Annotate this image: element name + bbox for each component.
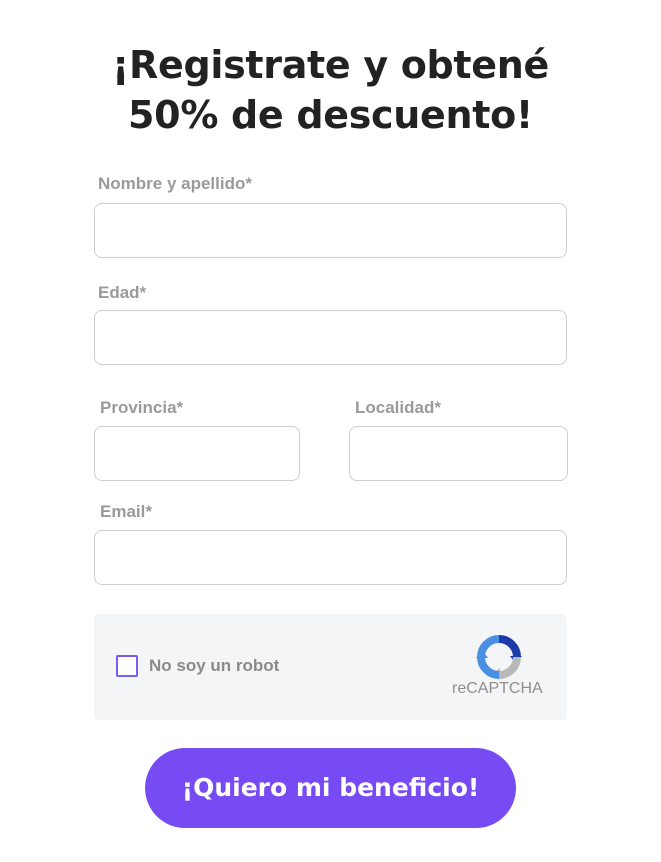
name-field-wrapper: [94, 203, 567, 258]
recaptcha-checkbox[interactable]: [116, 655, 138, 677]
locality-label: Localidad*: [355, 398, 441, 417]
locality-input[interactable]: [350, 427, 567, 480]
email-label: Email*: [100, 502, 152, 521]
email-field-wrapper: [94, 530, 567, 585]
age-input[interactable]: [95, 311, 566, 364]
page-title: ¡Registrate y obtené 50% de descuento!: [0, 40, 661, 140]
recaptcha-icon: [476, 635, 522, 680]
age-field-wrapper: [94, 310, 567, 365]
name-label: Nombre y apellido*: [98, 174, 252, 193]
province-input[interactable]: [95, 427, 299, 480]
locality-field-wrapper: [349, 426, 568, 481]
recaptcha-widget: No soy un robot reCAPTCHA: [94, 614, 567, 720]
recaptcha-brand-label: reCAPTCHA: [452, 680, 543, 697]
province-label: Provincia*: [100, 398, 184, 417]
name-input[interactable]: [95, 204, 566, 257]
submit-button[interactable]: ¡Quiero mi beneficio!: [145, 748, 516, 828]
recaptcha-checkbox-label: No soy un robot: [149, 656, 280, 675]
age-label: Edad*: [98, 283, 147, 302]
page-title-line2: 50% de descuento!: [128, 93, 533, 137]
email-input[interactable]: [95, 531, 566, 584]
province-field-wrapper: [94, 426, 300, 481]
page-title-line1: ¡Registrate y obtené: [112, 43, 549, 87]
